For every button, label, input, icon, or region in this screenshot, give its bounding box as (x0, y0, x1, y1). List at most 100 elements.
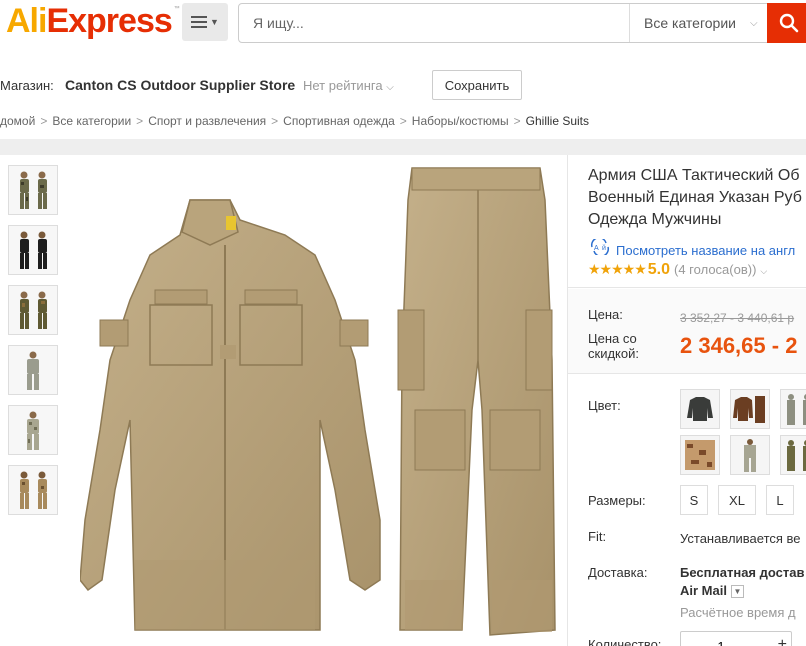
color-label: Цвет: (588, 398, 621, 413)
trousers-shape (397, 167, 556, 636)
quantity-stepper: + (680, 631, 792, 646)
breadcrumb-separator: > (513, 114, 521, 128)
price-label: Цена: (588, 307, 623, 322)
discount-price: 2 346,65 - 2 (680, 333, 798, 358)
product-title-line: Одежда Мужчины (588, 211, 722, 228)
discount-label-line: скидкой: (588, 346, 639, 361)
store-rating-dropdown[interactable]: Нет рейтинга ⌵ (303, 78, 394, 93)
store-label: Магазин: (0, 78, 54, 93)
rating-stars-icon: ★★★★★ (588, 261, 647, 277)
caret-down-icon: ▼ (210, 17, 219, 27)
divider-line (568, 373, 806, 374)
product-title: Армия США Тактический Об Военный Единая … (588, 165, 806, 231)
svg-text:й: й (602, 244, 606, 252)
svg-text:A: A (594, 245, 599, 252)
hamburger-icon (191, 16, 208, 28)
breadcrumb-sets[interactable]: Наборы/костюмы (412, 114, 509, 128)
rating-votes-link[interactable]: (4 голоса(ов)) (674, 262, 756, 277)
breadcrumb: домой > Все категории > Спорт и развлечения >… (0, 114, 806, 130)
shipping-dropdown-icon[interactable]: ▼ (730, 585, 744, 599)
logo-text-ali: Ali (6, 2, 47, 40)
color-option-black[interactable] (680, 389, 720, 429)
product-info-panel: Армия США Тактический Об Военный Единая … (568, 155, 806, 646)
search-bar: Все категории ⌵ (238, 3, 806, 43)
thumbnail-3[interactable] (8, 285, 58, 335)
light-camo-uniform-image (27, 411, 39, 450)
translate-icon: Aй (588, 237, 612, 257)
search-button[interactable] (767, 3, 806, 43)
category-menu-button[interactable]: ▼ (182, 3, 228, 41)
quantity-label: Количество: (588, 637, 662, 646)
jacket-shape (80, 199, 381, 631)
search-icon (779, 13, 799, 33)
breadcrumb-sportswear[interactable]: Спортивная одежда (283, 114, 395, 128)
thumbnail-5[interactable] (8, 405, 58, 455)
desert-camo-soldiers-image (20, 471, 47, 509)
trademark-mark: ™ (173, 6, 180, 12)
delivery-label: Доставка: (588, 565, 648, 580)
discount-label-line: Цена со (588, 331, 637, 346)
translate-link-text: Посмотреть название на англ (616, 243, 796, 258)
main-product-image[interactable] (80, 160, 558, 646)
delivery-time: Расчётное время д (680, 605, 796, 620)
size-option-l[interactable]: L (766, 485, 794, 515)
aliexpress-logo[interactable]: AliExpress ™ (6, 2, 180, 41)
breadcrumb-separator: > (399, 114, 407, 128)
size-option-xl[interactable]: XL (718, 485, 756, 515)
save-store-button[interactable]: Сохранить (432, 70, 522, 100)
chevron-down-icon: ⌵ (749, 17, 758, 29)
delivery-method: Air Mail ▼ (680, 583, 744, 599)
breadcrumb-all-categories[interactable]: Все категории (52, 114, 131, 128)
delivery-free: Бесплатная достав (680, 565, 804, 580)
sizes-label: Размеры: (588, 493, 646, 508)
thumbnail-2[interactable] (8, 225, 58, 275)
old-price: 3 352,27 - 3 440,61 р (680, 311, 795, 325)
woodland-soldiers-swatch (787, 440, 806, 471)
breadcrumb-home[interactable]: домой (0, 114, 35, 128)
fit-value: Устанавливается ве (680, 531, 801, 546)
breadcrumb-separator: > (271, 114, 279, 128)
product-title-line: Военный Единая Указан Руб (588, 189, 802, 206)
category-select-label: Все категории (644, 15, 736, 31)
color-option-acu[interactable] (780, 389, 806, 429)
category-select[interactable]: Все категории ⌵ (629, 4, 767, 42)
delivery-free-text: Бесплатная достав (680, 565, 805, 580)
store-name-link[interactable]: Canton CS Outdoor Supplier Store (65, 77, 295, 93)
color-option-woodland[interactable] (780, 435, 806, 475)
color-option-brown[interactable] (730, 389, 770, 429)
black-jacket-swatch (687, 397, 713, 421)
chevron-down-icon: ⌵ (386, 82, 394, 93)
desert-camo-swatch (685, 440, 715, 470)
camo-soldiers-image (20, 171, 47, 209)
plus-icon[interactable]: + (778, 636, 787, 646)
search-input[interactable] (239, 4, 627, 42)
acu-soldiers-swatch (787, 394, 806, 425)
breadcrumb-separator: > (136, 114, 144, 128)
thumbnail-list (8, 165, 58, 525)
store-bar: Магазин: Canton CS Outdoor Supplier Stor… (0, 66, 806, 106)
product-title-line: Армия США Тактический Об (588, 167, 800, 184)
thumbnail-1[interactable] (8, 165, 58, 215)
size-option-s[interactable]: S (680, 485, 708, 515)
section-divider (0, 139, 806, 155)
thumbnail-4[interactable] (8, 345, 58, 395)
quantity-input[interactable] (681, 632, 761, 646)
delivery-method-text: Air Mail (680, 583, 727, 598)
translate-title-link[interactable]: Aй Посмотреть название на англ (588, 237, 796, 258)
breadcrumb-separator: > (40, 114, 48, 128)
header: AliExpress™ ▼ Все категории ⌵ (0, 0, 806, 44)
store-rating-label: Нет рейтинга (303, 78, 383, 93)
acu-uniform-image (27, 351, 39, 390)
woodland-uniform-image (20, 291, 47, 329)
thumbnail-6[interactable] (8, 465, 58, 515)
fit-label: Fit: (588, 529, 607, 544)
breadcrumb-sports[interactable]: Спорт и развлечения (148, 114, 266, 128)
brown-uniform-swatch (733, 396, 765, 423)
light-camo-swatch (744, 439, 756, 472)
color-option-light-camo[interactable] (730, 435, 770, 475)
logo-text-express: Express (46, 2, 172, 40)
breadcrumb-current: Ghillie Suits (525, 114, 589, 128)
divider-line (568, 287, 806, 288)
discount-price-label: Цена со скидкой: (588, 331, 639, 361)
color-option-desert-camo[interactable] (680, 435, 720, 475)
